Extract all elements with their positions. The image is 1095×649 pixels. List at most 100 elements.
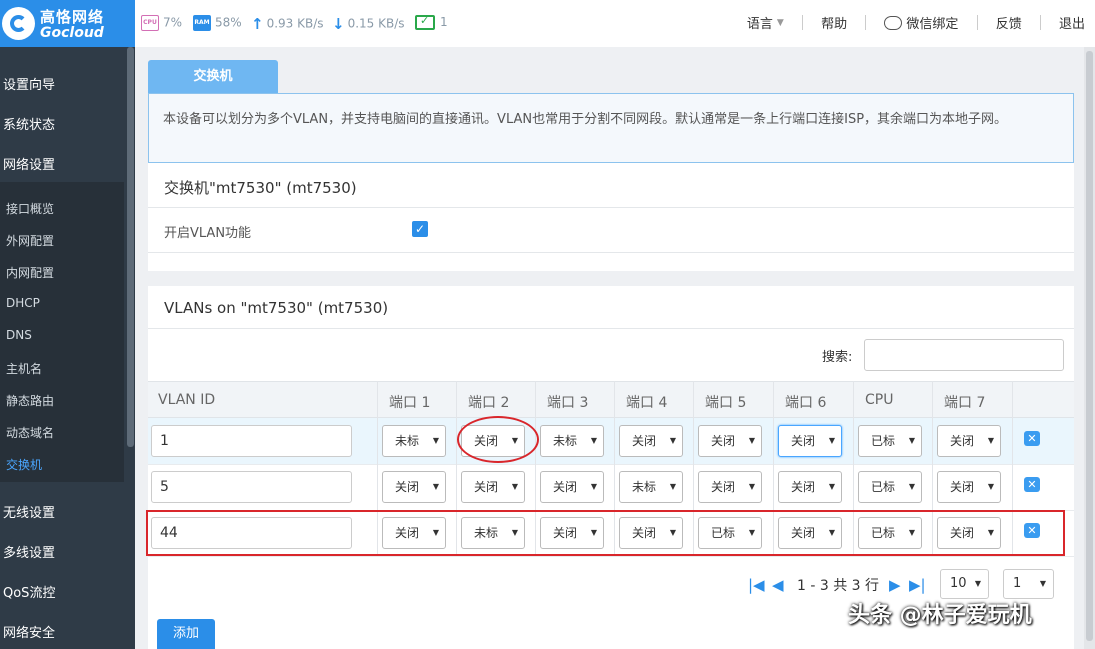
vlan-id-input[interactable]: 5 bbox=[151, 471, 352, 503]
port-1-select[interactable]: 未标 bbox=[382, 425, 446, 457]
gocloud-logo-icon bbox=[2, 7, 35, 40]
nav-divider bbox=[976, 15, 978, 30]
vlan-table-header: VLAN ID 端口 1 端口 2 端口 3 端口 4 端口 5 端口 6 CP… bbox=[148, 381, 1074, 418]
wechat-label: 微信绑定 bbox=[906, 17, 959, 32]
port-1-select[interactable]: 关闭 bbox=[382, 471, 446, 503]
nav-divider bbox=[801, 15, 803, 30]
port-3-select[interactable]: 未标 bbox=[540, 425, 604, 457]
delete-row-icon[interactable]: ✕ bbox=[1024, 477, 1040, 492]
sidebar-scrollbar[interactable] bbox=[127, 47, 134, 447]
port-5-select[interactable]: 关闭 bbox=[698, 471, 762, 503]
red-box-annotation bbox=[146, 510, 1065, 556]
port-2-select[interactable]: 关闭 bbox=[461, 471, 525, 503]
first-page-icon[interactable]: |◀ bbox=[748, 576, 765, 594]
col-port-3: 端口 3 bbox=[547, 395, 589, 411]
sidebar-item-dns[interactable]: DNS bbox=[6, 328, 32, 342]
pager-info: 1 - 3 共 3 行 bbox=[797, 578, 880, 594]
sidebar-item-static-route[interactable]: 静态路由 bbox=[6, 392, 54, 409]
col-vlan-id: VLAN ID bbox=[158, 392, 216, 408]
language-menu[interactable]: 语言 ▼ bbox=[747, 13, 784, 32]
col-port-6: 端口 6 bbox=[785, 395, 827, 411]
cpu-select[interactable]: 已标 bbox=[858, 425, 922, 457]
sidebar-item-interfaces[interactable]: 接口概览 bbox=[6, 200, 54, 217]
wechat-bind-link[interactable]: 微信绑定 bbox=[884, 13, 958, 32]
help-link[interactable]: 帮助 bbox=[821, 13, 847, 32]
sidebar-item-wireless[interactable]: 无线设置 bbox=[3, 502, 55, 521]
port-6-select[interactable]: 关闭 bbox=[778, 425, 842, 457]
search-label: 搜索: bbox=[822, 350, 853, 365]
port-6-select[interactable]: 关闭 bbox=[778, 471, 842, 503]
sidebar-item-lan[interactable]: 内网配置 bbox=[6, 264, 54, 281]
download-rate: ↓ 0.15 KB/s bbox=[332, 15, 405, 33]
scrollbar-thumb[interactable] bbox=[1086, 51, 1093, 641]
watermark: 头条 @林子爱玩机 bbox=[848, 603, 1032, 628]
port-7-select[interactable]: 关闭 bbox=[937, 471, 1001, 503]
language-label: 语言 bbox=[746, 17, 773, 32]
cpu-select[interactable]: 已标 bbox=[858, 471, 922, 503]
sidebar-item-security[interactable]: 网络安全 bbox=[3, 622, 55, 641]
nav-divider bbox=[865, 15, 867, 30]
online-devices[interactable]: 1 bbox=[415, 14, 448, 30]
col-port-5: 端口 5 bbox=[705, 395, 747, 411]
vlan-panel-title: VLANs on "mt7530" (mt7530) bbox=[164, 299, 389, 317]
page-scrollbar[interactable] bbox=[1084, 47, 1095, 649]
sidebar-item-switch[interactable]: 交换机 bbox=[6, 456, 42, 473]
delete-row-icon[interactable]: ✕ bbox=[1024, 431, 1040, 446]
divider bbox=[148, 207, 1074, 208]
upload-arrow-icon: ↑ bbox=[251, 15, 264, 33]
info-description: 本设备可以划分为多个VLAN，并支持电脑间的直接通讯。VLAN也常用于分割不同网… bbox=[148, 93, 1074, 163]
vlan-id-input[interactable]: 1 bbox=[151, 425, 352, 457]
port-5-select[interactable]: 关闭 bbox=[698, 425, 762, 457]
sidebar-item-system-status[interactable]: 系统状态 bbox=[3, 114, 55, 133]
monitor-check-icon bbox=[415, 14, 435, 30]
col-port-2: 端口 2 bbox=[468, 395, 510, 411]
logo-text-en: Gocloud bbox=[40, 25, 104, 41]
download-arrow-icon: ↓ bbox=[332, 15, 345, 33]
top-nav: 语言 ▼ 帮助 微信绑定 反馈 退出 bbox=[747, 13, 1085, 32]
vlan-enable-label: 开启VLAN功能 bbox=[164, 226, 252, 241]
add-button[interactable]: 添加 bbox=[157, 619, 215, 649]
wechat-icon bbox=[884, 15, 903, 30]
caret-down-icon: ▼ bbox=[776, 17, 784, 28]
col-cpu: CPU bbox=[865, 392, 894, 408]
devices-count: 1 bbox=[440, 15, 448, 29]
row-divider bbox=[148, 556, 1074, 557]
port-4-select[interactable]: 未标 bbox=[619, 471, 683, 503]
divider bbox=[148, 328, 1074, 329]
sidebar-item-setup-wizard[interactable]: 设置向导 bbox=[3, 74, 55, 93]
search-input[interactable] bbox=[864, 339, 1064, 371]
sidebar-item-network-settings[interactable]: 网络设置 bbox=[3, 154, 55, 173]
upload-rate: ↑ 0.93 KB/s bbox=[251, 15, 324, 33]
col-port-7: 端口 7 bbox=[944, 395, 986, 411]
cpu-icon: CPU bbox=[141, 15, 159, 31]
sidebar-item-qos[interactable]: QoS流控 bbox=[3, 582, 55, 601]
divider bbox=[148, 252, 1074, 253]
port-7-select[interactable]: 关闭 bbox=[937, 425, 1001, 457]
sidebar: 设置向导 系统状态 网络设置 接口概览 外网配置 内网配置 DHCP DNS 主… bbox=[0, 47, 135, 649]
ram-usage: RAM 58% bbox=[193, 15, 242, 31]
port-3-select[interactable]: 关闭 bbox=[540, 471, 604, 503]
port-4-select[interactable]: 关闭 bbox=[619, 425, 683, 457]
cpu-value: 7% bbox=[163, 15, 183, 30]
ram-icon: RAM bbox=[193, 15, 211, 31]
logout-link[interactable]: 退出 bbox=[1059, 13, 1085, 32]
prev-page-icon[interactable]: ◀ bbox=[772, 576, 784, 594]
switch-panel-title: 交换机"mt7530" (mt7530) bbox=[164, 179, 357, 197]
next-page-icon[interactable]: ▶ bbox=[889, 576, 901, 594]
sidebar-item-dhcp[interactable]: DHCP bbox=[6, 296, 40, 310]
sidebar-item-wan[interactable]: 外网配置 bbox=[6, 232, 54, 249]
sidebar-item-ddns[interactable]: 动态域名 bbox=[6, 424, 54, 441]
sidebar-item-multiwan[interactable]: 多线设置 bbox=[3, 542, 55, 561]
download-value: 0.15 KB/s bbox=[347, 16, 405, 31]
feedback-link[interactable]: 反馈 bbox=[996, 13, 1022, 32]
last-page-icon[interactable]: ▶| bbox=[909, 576, 926, 594]
nav-divider bbox=[1039, 15, 1041, 30]
tab-switch[interactable]: 交换机 bbox=[148, 60, 278, 93]
vlan-enable-checkbox[interactable]: ✓ bbox=[412, 221, 428, 237]
top-bar: 高恪网络 Gocloud CPU 7% RAM 58% ↑ 0.93 KB/s ↓ 0.… bbox=[0, 0, 1095, 47]
logo-text-cn: 高恪网络 bbox=[40, 8, 105, 26]
red-circle-annotation bbox=[457, 416, 539, 463]
sidebar-item-hostname[interactable]: 主机名 bbox=[6, 360, 42, 377]
page-select[interactable]: 1 bbox=[1003, 569, 1054, 599]
page-size-select[interactable]: 10 bbox=[940, 569, 989, 599]
